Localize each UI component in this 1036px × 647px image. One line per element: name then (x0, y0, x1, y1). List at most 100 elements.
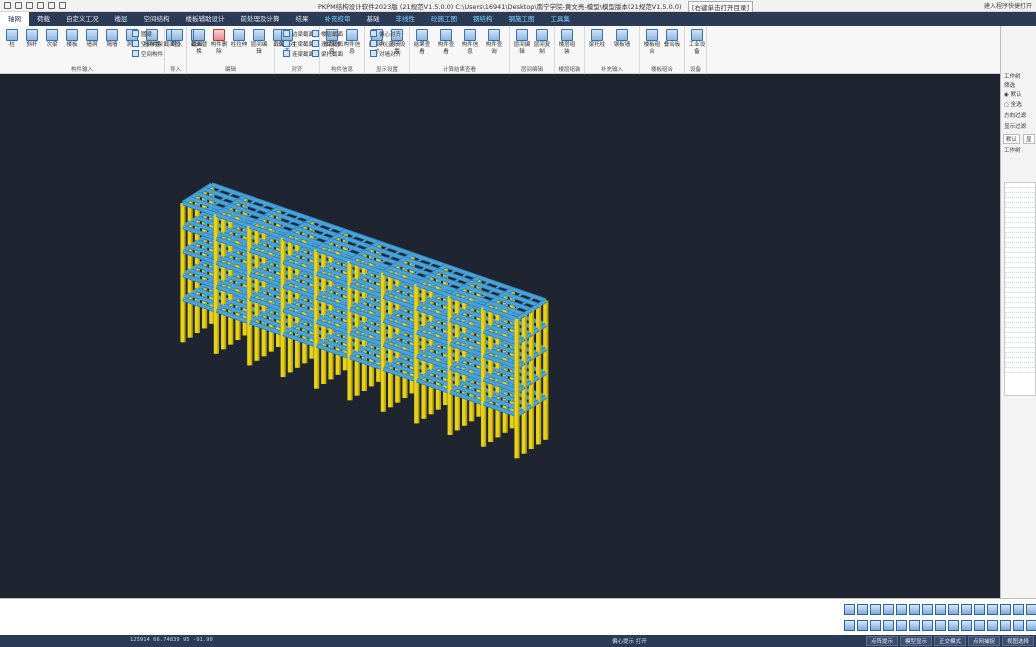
view-tool-icon[interactable] (948, 620, 959, 631)
menu-tab-0[interactable]: 轴网 (0, 12, 29, 26)
ribbon-button-8-0[interactable]: 楼层组装 (557, 29, 577, 56)
view-tool-icon[interactable] (1026, 620, 1036, 631)
ribbon-button-2-0[interactable]: 截面替换 (189, 29, 209, 56)
undo-icon[interactable] (48, 2, 55, 9)
menu-tab-4[interactable]: 空间结构 (136, 12, 178, 26)
menu-tab-5[interactable]: 楼板辅助设计 (178, 12, 233, 26)
ribbon-button-0-5[interactable]: 隔墙 (102, 29, 122, 49)
view-tool-icon[interactable] (896, 620, 907, 631)
ribbon-small-item-3[interactable]: 偏心对齐 (370, 30, 401, 38)
radio-default[interactable]: ◉ 默认 (1004, 90, 1022, 98)
ribbon-small-item-9[interactable]: 楼层截面 (312, 30, 343, 38)
view-tool-icon[interactable] (844, 604, 855, 615)
ribbon-button-0-4[interactable]: 墙洞 (82, 29, 102, 49)
title-right-text[interactable]: 建入程序快捷打开 (984, 1, 1032, 10)
ribbon-button-1-0[interactable]: 导入 (167, 29, 187, 49)
status-toggle-3[interactable]: 点网捕捉 (968, 636, 1000, 646)
menu-tab-9[interactable]: 基础 (359, 12, 388, 26)
status-toggle-2[interactable]: 正交模式 (934, 636, 966, 646)
menu-tab-13[interactable]: 钢施工图 (501, 12, 543, 26)
ribbon-button-6-3[interactable]: 构件查询 (484, 29, 504, 56)
ribbon-small-item-11[interactable]: 梁托截面 (312, 50, 343, 58)
view-tool-icon[interactable] (857, 620, 868, 631)
tab-work-tree[interactable]: 工作树 (1004, 146, 1021, 154)
view-tool-icon[interactable] (1000, 620, 1011, 631)
ribbon-button-10-0[interactable]: 楼板组合 (642, 29, 662, 56)
view-tool-icon[interactable] (974, 620, 985, 631)
status-toggle-1[interactable]: 模型显示 (900, 636, 932, 646)
view-tool-icon[interactable] (909, 604, 920, 615)
ribbon-button-6-2[interactable]: 构件信息 (460, 29, 480, 56)
view-tool-icon[interactable] (987, 620, 998, 631)
view-tool-icon[interactable] (1013, 604, 1024, 615)
ribbon-button-0-0[interactable]: 柱 (2, 29, 22, 49)
view-tool-icon[interactable] (1026, 604, 1036, 615)
save-icon[interactable] (26, 2, 33, 9)
menu-tab-1[interactable]: 荷载 (29, 12, 58, 26)
view-tool-icon[interactable] (896, 604, 907, 615)
ribbon-small-item-1[interactable]: 空间构架 (132, 40, 163, 48)
menu-tab-2[interactable]: 自定义工况 (58, 12, 107, 26)
view-tool-icon[interactable] (987, 604, 998, 615)
view-tool-icon[interactable] (1013, 620, 1024, 631)
ribbon-small-item-6[interactable]: 边梁截面 (283, 30, 314, 38)
view-tool-icon[interactable] (922, 604, 933, 615)
view-tool-icon[interactable] (870, 604, 881, 615)
view-tool-icon[interactable] (844, 620, 855, 631)
display-filter-label[interactable]: 显示过滤 (1004, 122, 1026, 130)
ribbon-small-item-0[interactable]: 圆梁 (132, 30, 152, 38)
menu-tab-8[interactable]: 补充校审 (317, 12, 359, 26)
open-file-icon[interactable] (15, 2, 22, 9)
ribbon-button-2-1[interactable]: 构件删除 (209, 29, 229, 56)
quick-access-toolbar[interactable] (0, 2, 100, 9)
status-toggle-4[interactable]: 视图选择 (1002, 636, 1034, 646)
view-tool-icon[interactable] (1000, 604, 1011, 615)
print-icon[interactable] (37, 2, 44, 9)
ribbon-button-0-3[interactable]: 楼板 (62, 29, 82, 49)
ribbon-button-0-2[interactable]: 次梁 (42, 29, 62, 49)
ribbon-small-item-4[interactable]: 中心对齐 (370, 40, 401, 48)
menu-tab-14[interactable]: 工具集 (543, 12, 579, 26)
status-toggle-0[interactable]: 点阵提示 (866, 636, 898, 646)
ribbon-button-0-1[interactable]: 斜杆 (22, 29, 42, 49)
model-viewport[interactable] (0, 74, 1000, 598)
menu-tab-10[interactable]: 非线性 (388, 12, 424, 26)
redo-icon[interactable] (59, 2, 66, 9)
ribbon-small-item-7[interactable]: 主梁截面 (283, 40, 314, 48)
ribbon-button-9-1[interactable]: 钢板墙 (612, 29, 632, 49)
ribbon-small-item-5[interactable]: 对墙对齐 (370, 50, 401, 58)
view-tool-icon[interactable] (883, 620, 894, 631)
ribbon-button-9-0[interactable]: 梁托柱 (587, 29, 607, 49)
menu-tab-3[interactable]: 楼层 (107, 12, 136, 26)
ribbon-button-6-0[interactable]: 结果查看 (412, 29, 432, 56)
new-file-icon[interactable] (4, 2, 11, 9)
radio-all[interactable]: ○ 全选 (1004, 100, 1022, 108)
ribbon-small-item-10[interactable]: 连梁截面 (312, 40, 343, 48)
view-tool-icon[interactable] (883, 604, 894, 615)
tab-default[interactable]: 默认 (1003, 134, 1021, 144)
tab-display[interactable]: 显 (1023, 134, 1035, 144)
view-tool-icon[interactable] (961, 620, 972, 631)
ribbon-button-7-1[interactable]: 层间复制 (532, 29, 552, 56)
ribbon-button-2-2[interactable]: 柱拉伸 (229, 29, 249, 49)
view-tool-icon[interactable] (948, 604, 959, 615)
view-tool-icon[interactable] (922, 620, 933, 631)
ribbon-button-4-1[interactable]: 构件信息 (342, 29, 362, 56)
menu-tab-11[interactable]: 砼施工图 (423, 12, 465, 26)
ribbon-button-6-1[interactable]: 构件查看 (436, 29, 456, 56)
menu-tab-12[interactable]: 钢结构 (465, 12, 501, 26)
view-tool-icon[interactable] (961, 604, 972, 615)
ribbon-button-2-3[interactable]: 层间编辑 (249, 29, 269, 56)
ribbon-button-11-0[interactable]: 工业设备 (687, 29, 707, 56)
ribbon-small-item-2[interactable]: 空间构件 (132, 50, 163, 58)
view-tool-icon[interactable] (974, 604, 985, 615)
view-tool-icon[interactable] (857, 604, 868, 615)
view-tool-icon[interactable] (870, 620, 881, 631)
view-tool-icon[interactable] (935, 620, 946, 631)
3d-frame-model[interactable] (0, 74, 1000, 598)
tree-row[interactable] (1005, 368, 1035, 373)
view-tool-icon[interactable] (935, 604, 946, 615)
ribbon-button-7-0[interactable]: 层间编辑 (512, 29, 532, 56)
ribbon-small-item-8[interactable]: 连梁截面 (283, 50, 314, 58)
work-tree[interactable] (1004, 182, 1036, 396)
